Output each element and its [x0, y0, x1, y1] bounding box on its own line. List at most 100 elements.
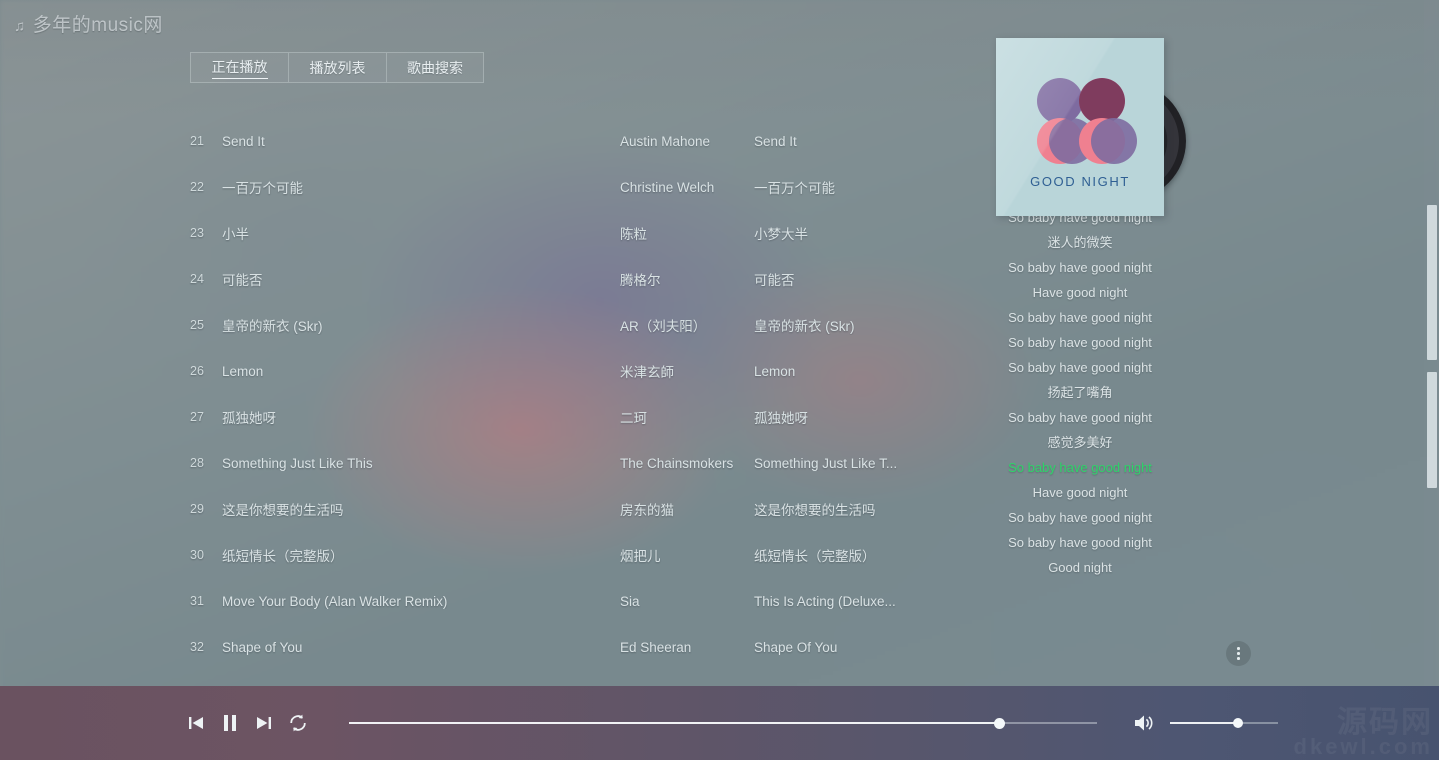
watermark: 源码网 dkewl.com: [1293, 707, 1433, 760]
row-title: 孤独她呀: [222, 411, 276, 426]
row-title: 小半: [222, 227, 249, 242]
row-artist: 陈粒: [620, 227, 647, 242]
row-index: 23: [190, 226, 204, 240]
pause-icon: [224, 715, 236, 731]
lyric-line: 迷人的微笑: [1047, 235, 1113, 250]
row-title: Send It: [222, 133, 265, 149]
row-index: 32: [190, 640, 204, 654]
progress-handle[interactable]: [994, 717, 1006, 729]
lyric-line: So baby have good night: [1008, 310, 1152, 325]
row-title: Something Just Like This: [222, 455, 373, 471]
row-index: 27: [190, 410, 204, 424]
tab-song-search-label: 歌曲搜索: [407, 59, 463, 76]
three-dots-vertical-icon: [1237, 657, 1240, 660]
volume-slider[interactable]: [1170, 714, 1278, 732]
row-artist: 烟把儿: [620, 549, 661, 564]
lyric-line: Have good night: [1032, 485, 1128, 500]
lyric-line: So baby have good night: [1008, 410, 1152, 425]
progress-fill: [349, 722, 1000, 724]
tab-now-playing-label: 正在播放: [211, 57, 268, 79]
tab-song-search[interactable]: 歌曲搜索: [386, 52, 484, 83]
row-artist: AR（刘夫阳）: [620, 319, 707, 334]
scrollbar-thumb[interactable]: [1427, 205, 1437, 360]
row-title: 一百万个可能: [222, 181, 303, 196]
music-note-icon: ♫: [14, 17, 26, 35]
page-scrollbar[interactable]: [1424, 0, 1439, 686]
row-album: This Is Acting (Deluxe...: [754, 593, 896, 609]
row-index: 25: [190, 318, 204, 332]
row-title: 可能否: [222, 273, 263, 288]
lyric-line: So baby have good night: [1008, 535, 1152, 550]
lyric-line: So baby have good night: [1008, 510, 1152, 525]
row-index: 26: [190, 364, 204, 378]
lyric-line: 感觉多美好: [1047, 435, 1113, 450]
row-index: 30: [190, 548, 204, 562]
tab-playlist[interactable]: 播放列表: [288, 52, 386, 83]
row-album: 可能否: [754, 273, 795, 288]
album-cover[interactable]: GOOD NIGHT: [996, 38, 1164, 216]
tab-now-playing[interactable]: 正在播放: [190, 52, 288, 83]
row-title: Move Your Body (Alan Walker Remix): [222, 593, 448, 609]
row-album: Shape Of You: [754, 639, 838, 655]
row-title: Shape of You: [222, 639, 303, 655]
row-title: Lemon: [222, 363, 264, 379]
album-art-area[interactable]: GOOD NIGHT: [996, 38, 1186, 216]
volume-button[interactable]: [1131, 710, 1157, 736]
site-logo: ♫ 多年的music网: [14, 10, 163, 37]
skip-next-icon: [257, 717, 271, 729]
row-artist: 房东的猫: [620, 503, 674, 518]
lyrics-panel[interactable]: So baby have good night 迷人的微笑 So baby ha…: [996, 205, 1164, 635]
row-artist: Ed Sheeran: [620, 639, 692, 655]
row-artist: The Chainsmokers: [620, 455, 734, 471]
album-cover-gloss: [996, 38, 1164, 216]
row-album: 这是你想要的生活吗: [754, 503, 876, 518]
row-artist: Christine Welch: [620, 179, 715, 195]
player-bar: 源码网 dkewl.com: [0, 686, 1439, 760]
row-artist: 二珂: [620, 411, 647, 426]
row-title: 这是你想要的生活吗: [222, 503, 344, 518]
volume-handle[interactable]: [1233, 718, 1244, 728]
repeat-icon: [290, 714, 306, 732]
next-button[interactable]: [251, 710, 277, 736]
row-index: 22: [190, 180, 204, 194]
row-album: 孤独她呀: [754, 411, 808, 426]
row-index: 21: [190, 134, 204, 148]
lyric-line: So baby have good night: [1008, 335, 1152, 350]
row-album: Send It: [754, 133, 797, 149]
volume-fill: [1170, 722, 1239, 724]
three-dots-vertical-icon: [1237, 652, 1240, 655]
row-index: 28: [190, 456, 204, 470]
more-options-button[interactable]: [1226, 641, 1251, 666]
row-album: 皇帝的新衣 (Skr): [754, 319, 855, 334]
music-player-page: ♫ 多年的music网 正在播放 播放列表 歌曲搜索 21 Send It Au…: [0, 0, 1439, 760]
previous-button[interactable]: [183, 710, 209, 736]
tab-playlist-label: 播放列表: [309, 59, 366, 76]
site-header: ♫ 多年的music网: [0, 0, 1439, 46]
speaker-icon: [1135, 715, 1153, 731]
row-index: 24: [190, 272, 204, 286]
lyric-line: So baby have good night: [1008, 260, 1152, 275]
progress-slider[interactable]: [349, 714, 1097, 732]
lyric-line-active: So baby have good night: [1008, 460, 1152, 475]
watermark-sub: dkewl.com: [1293, 734, 1433, 760]
row-index: 29: [190, 502, 204, 516]
row-artist: 腾格尔: [620, 273, 661, 288]
skip-previous-icon: [189, 717, 203, 729]
row-index: 31: [190, 594, 204, 608]
row-artist: Sia: [620, 593, 640, 609]
site-title: 多年的music网: [32, 14, 163, 36]
scrollbar-thumb[interactable]: [1427, 372, 1437, 488]
row-album: 一百万个可能: [754, 181, 835, 196]
row-album: 小梦大半: [754, 227, 808, 242]
row-title: 皇帝的新衣 (Skr): [222, 319, 323, 334]
lyric-line: Good night: [1048, 560, 1112, 575]
repeat-button[interactable]: [285, 710, 311, 736]
lyric-line: So baby have good night: [1008, 360, 1152, 375]
row-album: Lemon: [754, 363, 796, 379]
three-dots-vertical-icon: [1237, 647, 1240, 650]
row-album: 纸短情长（完整版）: [754, 549, 876, 564]
play-pause-button[interactable]: [217, 710, 243, 736]
tab-bar: 正在播放 播放列表 歌曲搜索: [190, 52, 484, 83]
lyric-line: 扬起了嘴角: [1047, 385, 1113, 400]
volume-control: [1131, 710, 1278, 736]
